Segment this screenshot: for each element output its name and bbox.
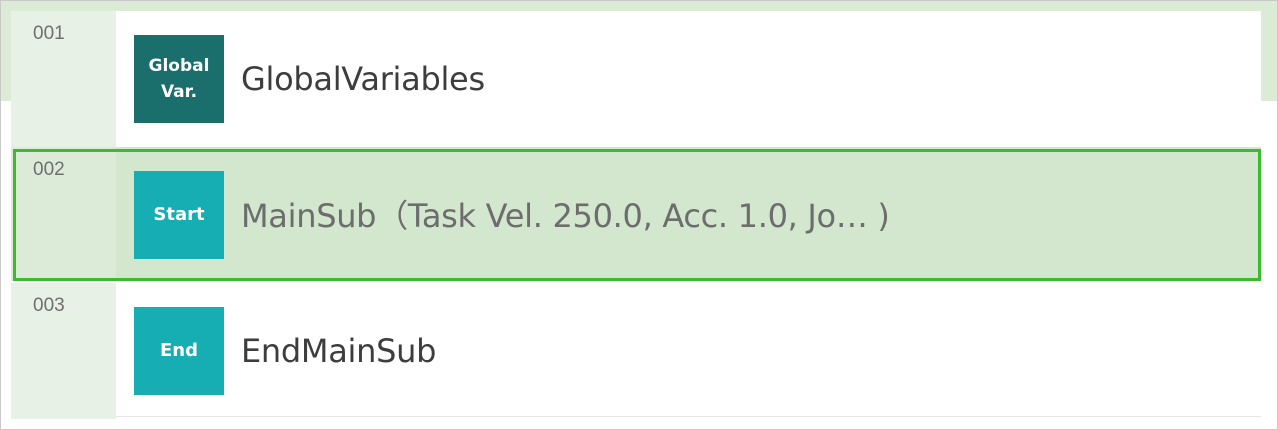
- line-gutter: 001: [11, 11, 116, 147]
- line-number: 003: [33, 295, 65, 316]
- line-label: MainSub（Task Vel. 250.0, Acc. 1.0, Jo… ): [241, 197, 890, 235]
- program-line-001[interactable]: 001 Global Var. GlobalVariables: [11, 11, 1261, 147]
- program-tree-panel: 001 Global Var. GlobalVariables 002 Star…: [0, 0, 1278, 430]
- program-line-002[interactable]: 002 Start MainSub（Task Vel. 250.0, Acc. …: [11, 147, 1261, 281]
- program-line-003[interactable]: 003 End EndMainSub: [11, 283, 1261, 419]
- start-icon: Start: [134, 171, 224, 259]
- line-label: EndMainSub: [241, 332, 437, 370]
- end-icon: End: [134, 307, 224, 395]
- line-label: GlobalVariables: [241, 60, 485, 98]
- bottom-divider: [116, 416, 1261, 417]
- line-gutter: 003: [11, 283, 116, 419]
- line-gutter: 002: [11, 147, 116, 281]
- line-number: 002: [33, 159, 65, 180]
- line-number: 001: [33, 23, 65, 44]
- program-line-list: 001 Global Var. GlobalVariables 002 Star…: [11, 11, 1261, 419]
- global-var-icon: Global Var.: [134, 35, 224, 123]
